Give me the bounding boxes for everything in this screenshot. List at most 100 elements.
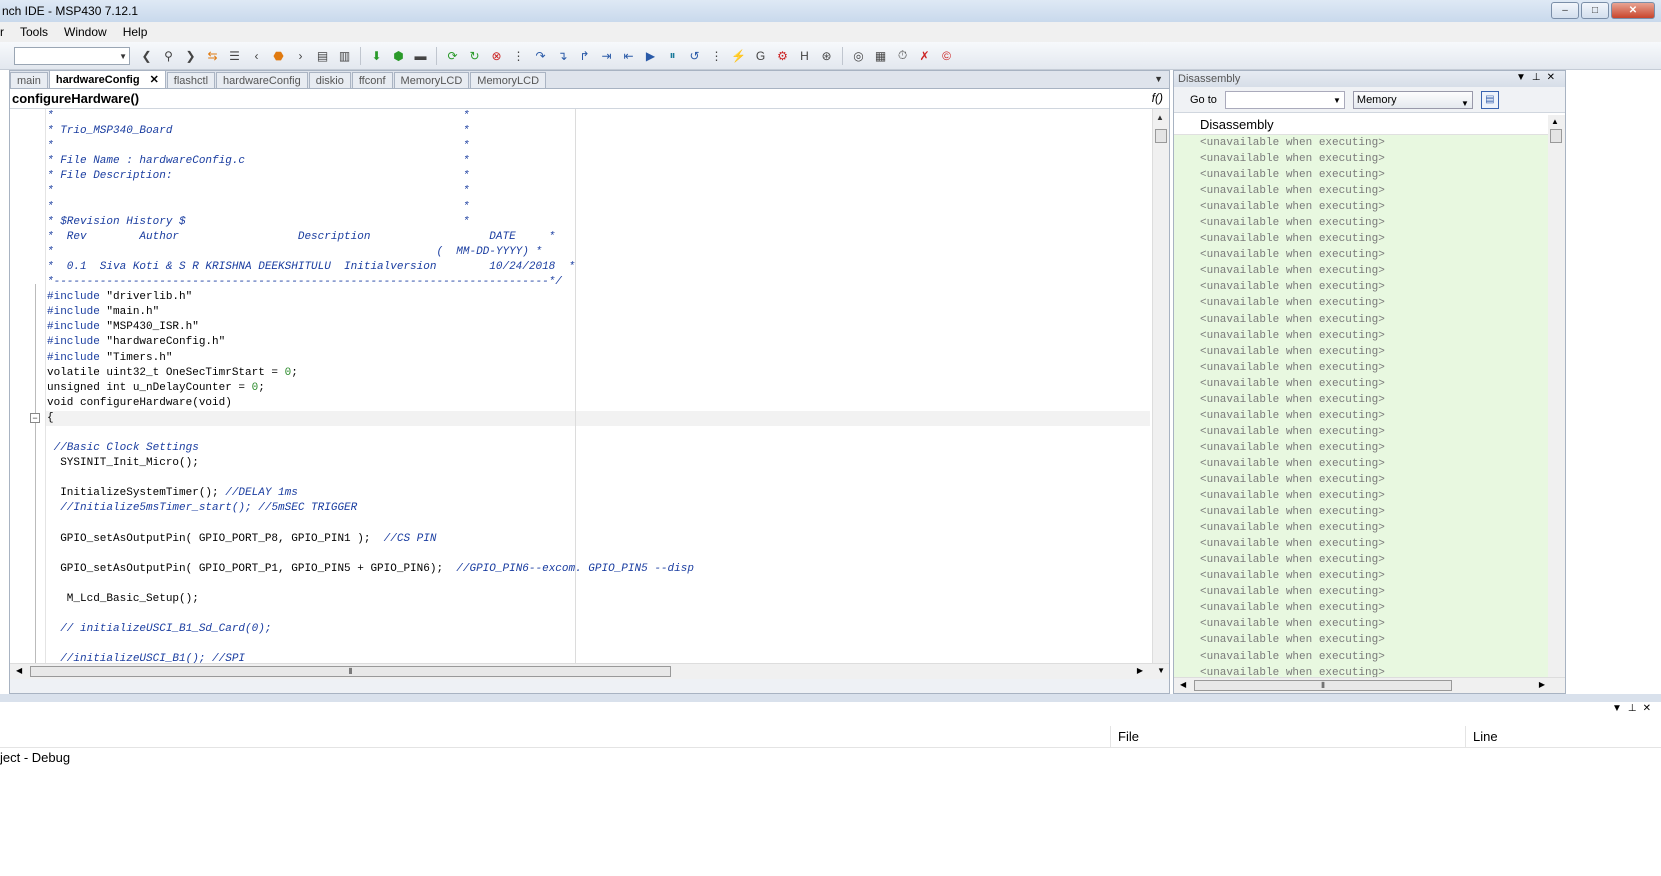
code-line[interactable]: * Rev Author Description DATE * [47,230,694,245]
code-line[interactable]: SYSINIT_Init_Micro(); [47,456,694,471]
next-statement-icon[interactable]: ⇥ [597,46,616,65]
disassembly-line[interactable]: <unavailable when executing> [1200,440,1548,456]
panel-controls[interactable]: ▼⊥✕ [1612,703,1657,714]
disassembly-line[interactable]: <unavailable when executing> [1200,328,1548,344]
scroll-left-icon[interactable]: ◀ [1180,680,1186,689]
chevron-down-icon[interactable]: ▼ [1461,96,1469,112]
tab-diskio[interactable]: diskio [308,72,351,88]
next-bookmark-icon[interactable]: › [291,46,310,65]
panel-controls[interactable]: ▼⊥✕ [1516,72,1561,83]
code-line[interactable]: ​ [47,426,694,441]
code-line[interactable]: GPIO_setAsOutputPin( GPIO_PORT_P8, GPIO_… [47,532,694,547]
fold-collapse-icon[interactable]: − [30,413,40,423]
memory-icon[interactable]: ▦ [871,46,890,65]
code-line[interactable]: #include "Timers.h" [47,351,694,366]
disassembly-vertical-scrollbar[interactable]: ▲ [1548,115,1565,679]
code-line[interactable]: ​ [47,637,694,652]
column-file[interactable]: File [1118,729,1139,744]
code-line[interactable]: { [47,411,694,426]
column-divider[interactable] [1465,726,1466,748]
forward-icon[interactable]: ❯ [181,46,200,65]
restart-icon[interactable]: ↻ [465,46,484,65]
tab-main[interactable]: main [10,72,48,88]
disassembly-line[interactable]: <unavailable when executing> [1200,295,1548,311]
code-line[interactable]: ​ [47,577,694,592]
clear-icon[interactable]: ✗ [915,46,934,65]
memory-options-icon[interactable]: ▤ [1480,90,1499,109]
disassembly-line[interactable]: <unavailable when executing> [1200,536,1548,552]
disassembly-line[interactable]: <unavailable when executing> [1200,392,1548,408]
code-line[interactable]: void configureHardware(void) [47,396,694,411]
disassembly-line[interactable]: <unavailable when executing> [1200,568,1548,584]
tab-hardwareconfig[interactable]: hardwareConfig [216,72,308,88]
code-line[interactable]: * * [47,184,694,199]
disassembly-line[interactable]: <unavailable when executing> [1200,552,1548,568]
disassembly-line[interactable]: <unavailable when executing> [1200,632,1548,648]
scroll-thumb[interactable]: ⦀ [30,666,671,677]
scroll-thumb[interactable] [1155,129,1167,143]
bookmark-shield-icon[interactable]: ⬣ [269,46,288,65]
close-button[interactable]: ✕ [1611,2,1655,19]
download-debug-icon[interactable]: ⬢ [389,46,408,65]
editor-horizontal-scrollbar[interactable]: ◀ ⦀ ▶ ▼ [10,663,1169,679]
step-over-icon[interactable]: ↷ [531,46,550,65]
function-navigator[interactable]: configureHardware() f() [10,89,1169,109]
disassembly-line[interactable]: <unavailable when executing> [1200,167,1548,183]
disassembly-line[interactable]: <unavailable when executing> [1200,231,1548,247]
code-line[interactable]: // initializeUSCI_B1_Sd_Card(0); [47,622,694,637]
toolbar-combo[interactable]: ▼ [14,46,130,65]
overflow-icon[interactable]: ⋮ [509,46,528,65]
code-line[interactable]: #include "driverlib.h" [47,290,694,305]
code-line[interactable]: ​ [47,517,694,532]
chevron-down-icon[interactable]: ▼ [1333,96,1341,105]
code-line[interactable]: * Trio_MSP340_Board * [47,124,694,139]
disassembly-line[interactable]: <unavailable when executing> [1200,584,1548,600]
code-text[interactable]: * * * Trio_MSP340_Board * * * * File Nam… [47,109,694,667]
debug-settings-icon[interactable]: ⚙ [773,46,792,65]
menu-item-project[interactable]: r [0,25,12,39]
scroll-up-icon[interactable]: ▲ [1156,113,1164,122]
code-line[interactable]: //Basic Clock Settings [47,441,694,456]
scroll-down-icon[interactable]: ▼ [1157,666,1165,675]
run-to-cursor-icon[interactable]: ⇤ [619,46,638,65]
disassembly-line[interactable]: <unavailable when executing> [1200,649,1548,665]
menu-item-tools[interactable]: Tools [12,25,56,39]
menu-item-window[interactable]: Window [56,25,115,39]
breakpoints-icon[interactable]: ▬ [411,46,430,65]
tab-flashctl[interactable]: flashctl [166,72,216,88]
code-line[interactable]: ​ [47,471,694,486]
code-line[interactable]: #include "main.h" [47,305,694,320]
code-line[interactable]: * * [47,109,694,124]
code-line[interactable]: * ( MM-DD-YYYY) * [47,245,694,260]
code-line[interactable]: #include "hardwareConfig.h" [47,335,694,350]
cc-icon[interactable]: © [937,46,956,65]
code-line[interactable]: #include "MSP430_ISR.h" [47,320,694,335]
scroll-thumb[interactable]: ⦀ [1194,680,1452,691]
disassembly-line[interactable]: <unavailable when executing> [1200,279,1548,295]
disassembly-line[interactable]: <unavailable when executing> [1200,183,1548,199]
download-icon[interactable]: ⬇ [367,46,386,65]
step-into-icon[interactable]: ↴ [553,46,572,65]
code-line[interactable]: M_Lcd_Basic_Setup(); [47,592,694,607]
search-icon[interactable]: ⚲ [159,46,178,65]
code-line[interactable]: volatile uint32_t OneSecTimrStart = 0; [47,366,694,381]
code-line[interactable]: *---------------------------------------… [47,275,694,290]
code-line[interactable]: * * [47,139,694,154]
function-list-icon[interactable]: f() [1152,91,1163,105]
options-icon[interactable]: ◎ [849,46,868,65]
hw-reset-icon[interactable]: H [795,46,814,65]
code-line[interactable]: ​ [47,547,694,562]
scroll-right-icon[interactable]: ▶ [1539,680,1545,689]
disassembly-line[interactable]: <unavailable when executing> [1200,616,1548,632]
toggle-source-icon[interactable]: ⇆ [203,46,222,65]
overflow-icon-2[interactable]: ⋮ [707,46,726,65]
tabs-dropdown-icon[interactable]: ▼ [1154,74,1163,84]
column-line[interactable]: Line [1473,729,1498,744]
gie-label-icon[interactable]: G [751,46,770,65]
column-divider[interactable] [1110,726,1111,748]
reset-icon[interactable]: ⟳ [443,46,462,65]
disassembly-line[interactable]: <unavailable when executing> [1200,215,1548,231]
disassembly-list[interactable]: <unavailable when executing> <unavailable… [1174,135,1548,679]
code-line[interactable]: unsigned int u_nDelayCounter = 0; [47,381,694,396]
disassembly-line[interactable]: <unavailable when executing> [1200,151,1548,167]
